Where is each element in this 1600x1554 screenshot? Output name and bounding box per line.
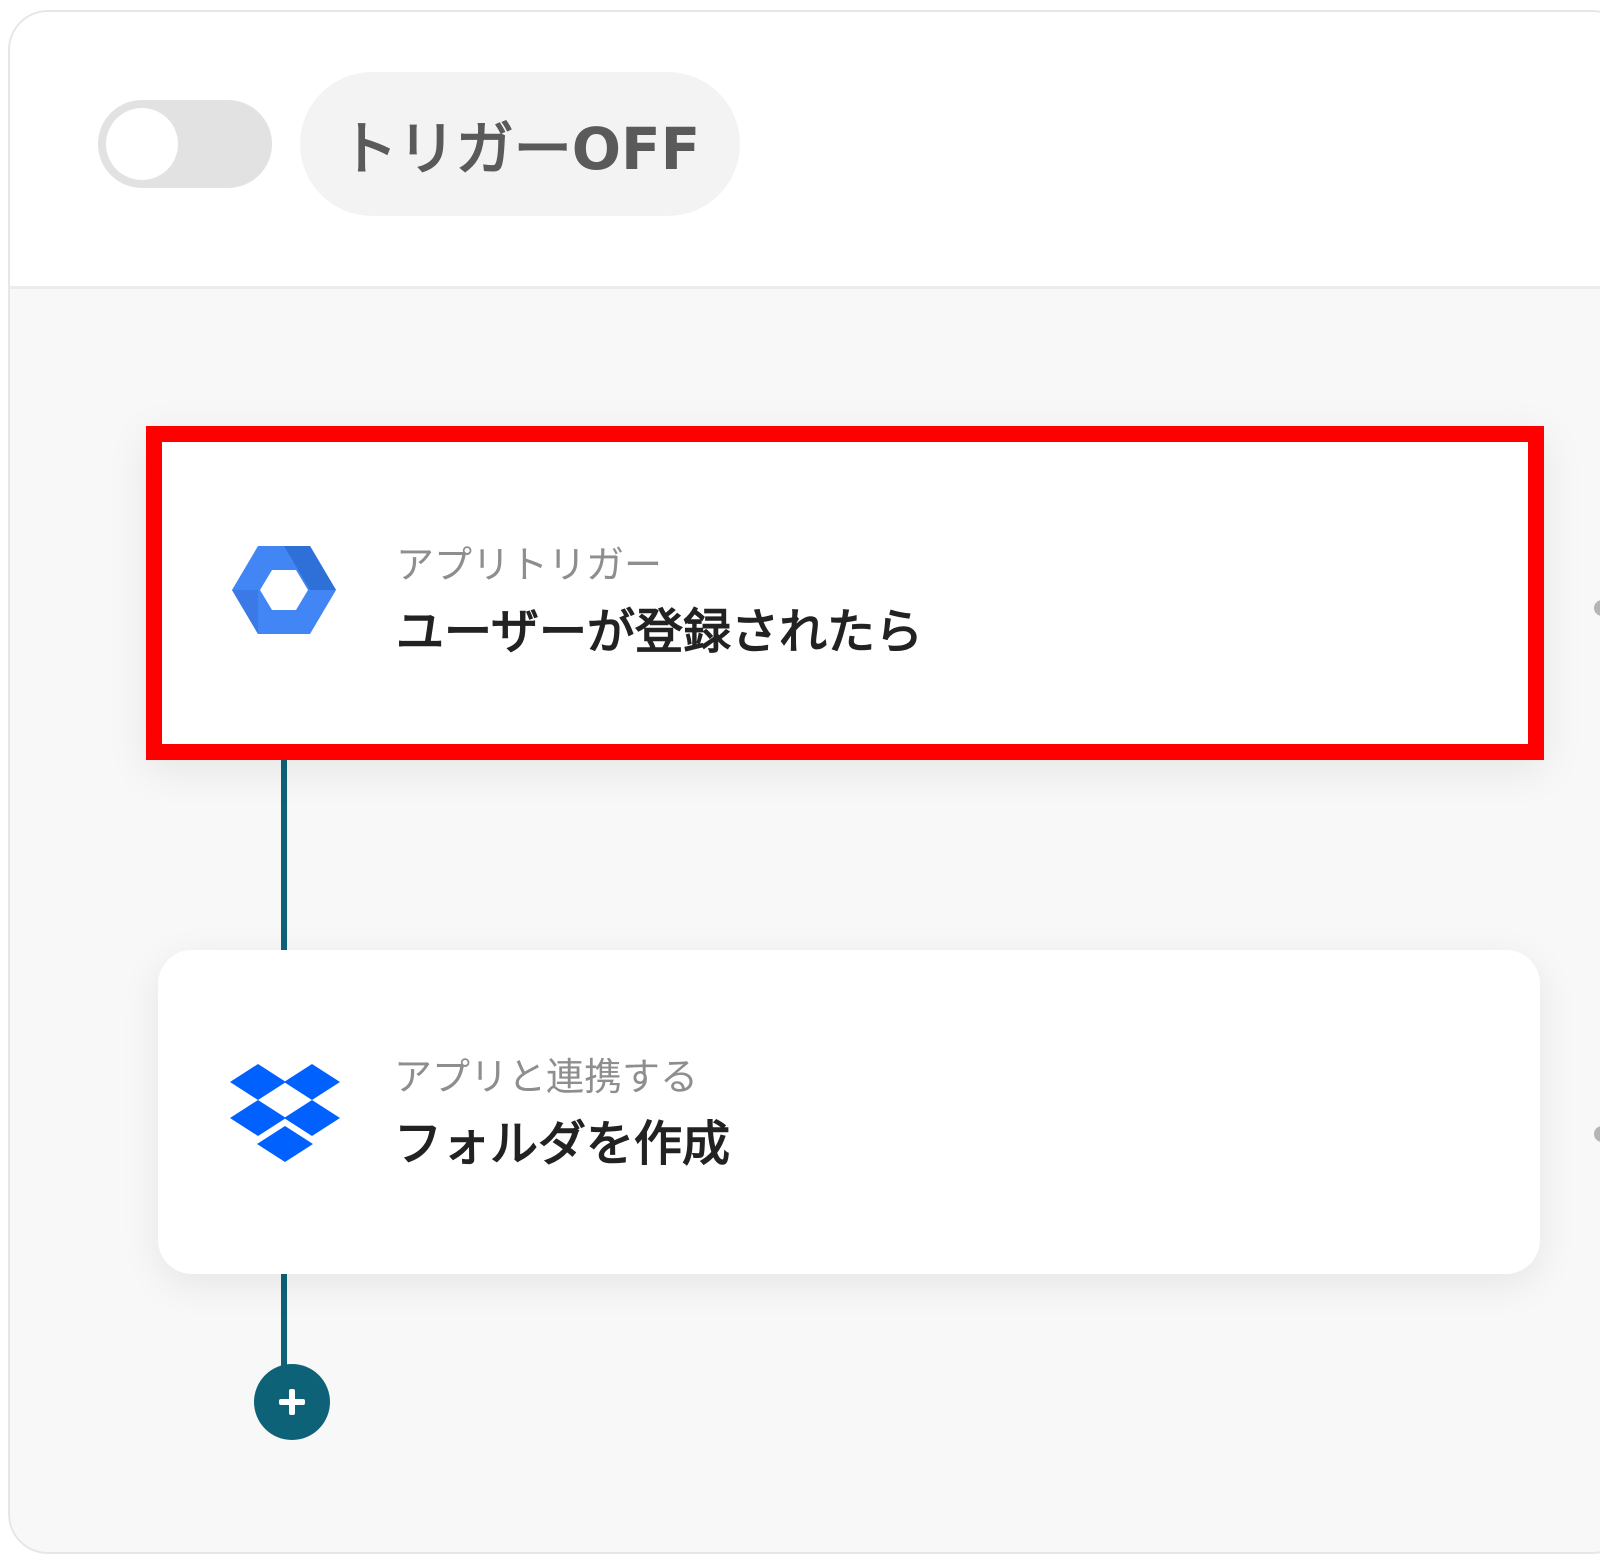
- step-kind-label: アプリトリガー: [396, 543, 663, 587]
- flow-connector: [281, 752, 287, 962]
- flow-step-trigger[interactable]: アプリトリガー ユーザーが登録されたら: [146, 426, 1544, 760]
- flow-editor-panel: トリガーOFF アプリトリガー ユーザーが登録されたら アプリと連携する フォル…: [8, 10, 1600, 1554]
- dropbox-icon: [230, 1062, 340, 1170]
- flow-connector: [281, 1274, 287, 1366]
- trigger-toggle[interactable]: [98, 100, 272, 188]
- toggle-knob: [106, 108, 178, 180]
- flow-step-action[interactable]: アプリと連携する フォルダを作成: [158, 950, 1540, 1274]
- trigger-status-badge: トリガーOFF: [300, 72, 740, 216]
- step-title: フォルダを作成: [394, 1116, 731, 1172]
- plus-icon: [279, 1389, 305, 1415]
- step-edge-handle: [1594, 600, 1600, 616]
- flow-header: トリガーOFF: [10, 12, 1600, 289]
- add-step-button[interactable]: [254, 1364, 330, 1440]
- step-edge-handle: [1594, 1126, 1600, 1142]
- step-kind-label: アプリと連携する: [394, 1055, 699, 1099]
- trigger-status-label: トリガーOFF: [339, 115, 701, 183]
- step-title: ユーザーが登録されたら: [396, 604, 924, 660]
- google-workspace-hexagon-icon: [232, 542, 336, 642]
